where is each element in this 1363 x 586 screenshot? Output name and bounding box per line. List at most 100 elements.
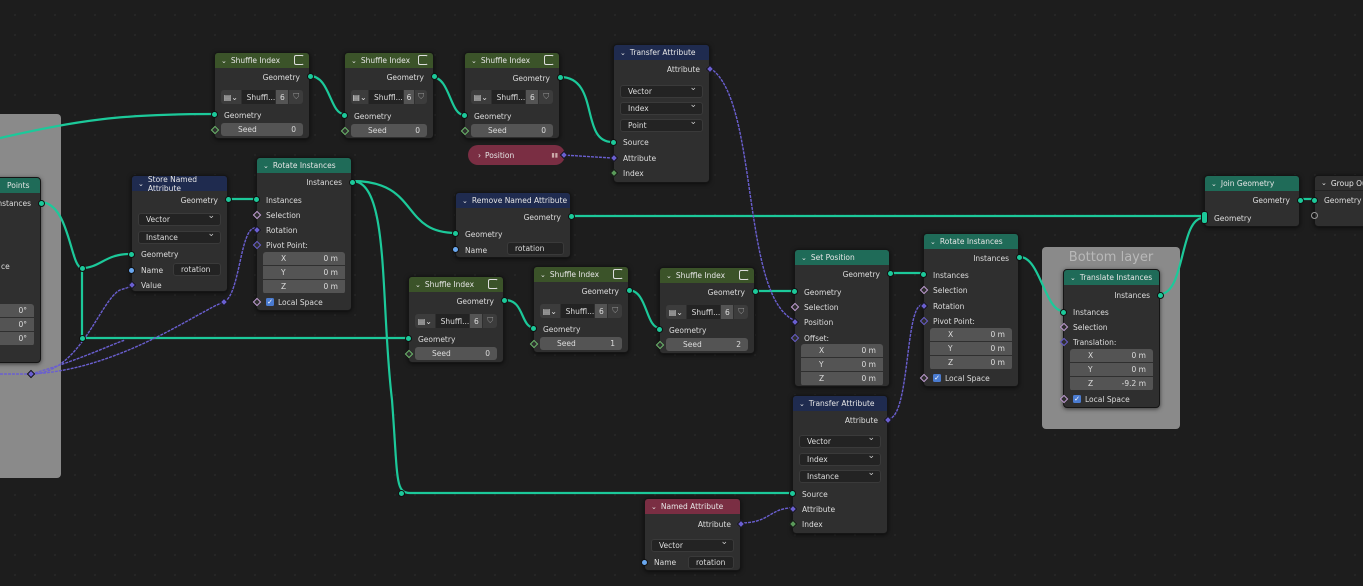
socket-geometry-in[interactable] [128, 251, 135, 258]
seed-field[interactable]: Seed 0 [351, 124, 427, 137]
checkbox-checked-icon[interactable]: ✓ [1073, 395, 1081, 403]
mode-name[interactable]: Shuffl... [686, 305, 721, 319]
offset-y[interactable]: Y0 m [801, 358, 883, 371]
collapse-chevron-icon[interactable]: ⌄ [138, 180, 144, 188]
collapse-chevron-icon[interactable]: ⌄ [462, 197, 468, 205]
pivot-vector[interactable]: X0 m Y0 m Z0 m [930, 328, 1012, 370]
socket-geometry-out[interactable] [225, 196, 232, 203]
collapse-chevron-icon[interactable]: ⌄ [415, 281, 421, 289]
seed-field[interactable]: Seed 0 [415, 347, 497, 360]
domain-select[interactable]: Point [620, 117, 703, 132]
socket-instances-out[interactable] [1016, 254, 1023, 261]
node-transfer-attribute-2[interactable]: ⌄Transfer Attribute Attribute Vector Ind… [788, 395, 893, 534]
socket-geometry-in[interactable] [461, 112, 468, 119]
fake-user-shield-icon[interactable]: ⛉ [289, 90, 303, 104]
datablock-icon[interactable]: ▤⌄ [351, 90, 369, 104]
pivot-x[interactable]: X0 m [263, 252, 345, 265]
node-set-position[interactable]: ⌄ Set Position Geometry Geometry Selectio… [790, 249, 894, 387]
local-space-checkbox[interactable]: ✓ Local Space [257, 296, 351, 308]
collapse-chevron-icon[interactable]: ⌄ [351, 57, 357, 65]
socket-geometry-out[interactable] [557, 74, 564, 81]
mode-name[interactable]: Shuffl... [369, 90, 403, 104]
node-header[interactable]: ⌄ Set Position [795, 250, 889, 265]
node-header[interactable]: ⌄ Transfer Attribute [793, 396, 887, 411]
node-header[interactable]: ⌄ Store Named Attribute [132, 175, 227, 193]
node-header[interactable]: ⌄ Join Geometry [1205, 176, 1299, 191]
node-shuffle-index-3[interactable]: ⌄ Shuffle Index Geometry ▤⌄ Shuffl... 6 ⛉ Ge… [460, 52, 564, 139]
datablock-icon[interactable]: ▤⌄ [540, 304, 560, 318]
collapse-chevron-icon[interactable]: ⌄ [1070, 274, 1076, 282]
node-header[interactable]: ⌄ Shuffle Index [215, 53, 309, 68]
socket-geometry-in[interactable] [211, 111, 218, 118]
socket-geometry-out[interactable] [431, 73, 438, 80]
socket-empty-in[interactable] [1311, 212, 1318, 219]
socket-source-in[interactable] [789, 490, 796, 497]
fake-user-shield-icon[interactable]: ⛉ [415, 90, 427, 104]
reroute-node[interactable] [79, 335, 86, 342]
translation-x[interactable]: X0 m [1070, 349, 1153, 362]
pivot-y[interactable]: Y0 m [930, 342, 1012, 355]
rot-x[interactable]: 0° [0, 304, 34, 317]
offset-vector[interactable]: X0 m Y0 m Z0 m [801, 344, 883, 386]
socket-instances-in[interactable] [253, 196, 260, 203]
reroute-node[interactable] [398, 490, 405, 497]
fake-user-shield-icon[interactable]: ⛉ [483, 314, 497, 328]
pivot-z[interactable]: Z0 m [930, 356, 1012, 369]
node-header[interactable]: ⌄Group Ou [1315, 176, 1363, 191]
node-rotate-instances-1[interactable]: ⌄ Rotate Instances Instances Instances Se… [252, 157, 356, 311]
fake-user-shield-icon[interactable]: ⛉ [608, 304, 622, 318]
datablock-icon[interactable]: ▤⌄ [221, 90, 241, 104]
node-join-geometry[interactable]: ⌄ Join Geometry Geometry Geometry [1201, 175, 1304, 227]
shuffle-mode-selector[interactable]: ▤⌄ Shuffl... 6 ⛉ [471, 90, 553, 104]
collapse-chevron-icon[interactable]: ⌄ [666, 272, 672, 280]
seed-field[interactable]: Seed 0 [221, 123, 303, 136]
offset-z[interactable]: Z0 m [801, 372, 883, 385]
rotation-vector[interactable]: 0° 0° 0° [0, 304, 34, 346]
fake-user-shield-icon[interactable]: ⛉ [734, 305, 748, 319]
socket-geometry-in[interactable] [1311, 197, 1318, 204]
socket-instances-out[interactable] [1157, 292, 1164, 299]
shuffle-mode-selector[interactable]: ▤⌄ Shuffl... 6 ⛉ [415, 314, 497, 328]
collapse-chevron-icon[interactable]: ⌄ [620, 49, 626, 57]
fake-user-shield-icon[interactable]: ⛉ [539, 90, 553, 104]
collapse-chevron-icon[interactable]: ⌄ [221, 57, 227, 65]
collapse-chevron-icon[interactable]: ⌄ [1321, 179, 1327, 187]
mode-name[interactable]: Shuffl... [435, 314, 470, 328]
seed-field[interactable]: Seed 1 [540, 337, 622, 350]
shuffle-mode-selector[interactable]: ▤⌄ Shuffl... 6 ⛉ [540, 304, 622, 318]
socket-geometry-out[interactable] [501, 297, 508, 304]
node-header[interactable]: ⌄ Rotate Instances [257, 158, 351, 173]
socket-geometry-in[interactable] [452, 230, 459, 237]
socket-instances-in[interactable] [1060, 309, 1067, 316]
node-translate-instances[interactable]: ⌄ Translate Instances Instances Instances… [1059, 269, 1164, 408]
node-header[interactable]: ⌄ Translate Instances [1064, 270, 1159, 285]
rot-z[interactable]: 0° [0, 332, 34, 345]
socket-geometry-out[interactable] [752, 288, 759, 295]
mapping-select[interactable]: Index [799, 451, 881, 466]
collapse-chevron-icon[interactable]: ⌄ [1211, 180, 1217, 188]
node-header[interactable]: ⌄ Rotate Instances [924, 234, 1018, 249]
pivot-y[interactable]: Y0 m [263, 266, 345, 279]
local-space-checkbox[interactable]: ✓ Local Space [924, 372, 1018, 384]
socket-geometry-in[interactable] [405, 335, 412, 342]
mode-name[interactable]: Shuffl... [241, 90, 276, 104]
socket-geometry-out[interactable] [568, 213, 575, 220]
node-header[interactable]: ⌄ Transfer Attribute [614, 45, 709, 60]
socket-geometry-out[interactable] [307, 73, 314, 80]
node-header[interactable]: ⌄ Shuffle Index [345, 53, 433, 68]
socket-geometry-in[interactable] [530, 325, 537, 332]
mode-name[interactable]: Shuffl... [491, 90, 526, 104]
socket-name-in[interactable] [452, 246, 459, 253]
domain-select[interactable]: Instance [138, 229, 221, 244]
data-type-select[interactable]: Vector [799, 433, 881, 448]
mapping-select[interactable]: Index [620, 100, 703, 115]
shuffle-mode-selector[interactable]: ▤⌄ Shuffl... 6 ⛉ [221, 90, 303, 104]
socket-geometry-in[interactable] [656, 326, 663, 333]
translation-vector[interactable]: X0 m Y0 m Z -9.2 m [1070, 349, 1153, 391]
local-space-checkbox[interactable]: ✓ Local Space [1064, 393, 1159, 405]
node-header[interactable]: ⌄ Shuffle Index [409, 277, 503, 292]
seed-field[interactable]: Seed 0 [471, 124, 553, 137]
domain-select[interactable]: Instance [799, 468, 881, 483]
node-group-output[interactable]: ⌄Group Ou Geometry [1311, 175, 1363, 227]
node-header[interactable]: ⌄ Shuffle Index [660, 268, 754, 283]
